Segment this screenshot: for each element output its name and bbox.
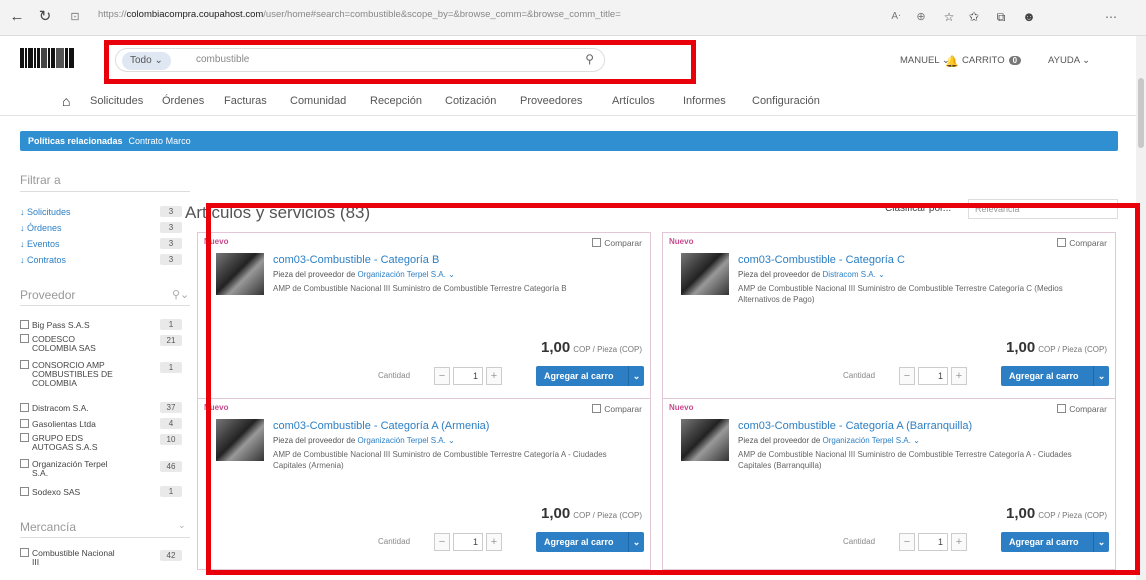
- supplier-filter-item[interactable]: Distracom S.A.: [20, 403, 155, 413]
- favorites-star-icon[interactable]: ✩: [963, 6, 985, 28]
- collections-icon[interactable]: ⧉: [990, 6, 1012, 28]
- divider: [20, 191, 190, 192]
- filter-count: 21: [160, 335, 182, 346]
- zoom-icon[interactable]: ⊕: [910, 6, 932, 28]
- nav-informes[interactable]: Informes: [683, 95, 726, 107]
- chevron-down-icon[interactable]: ⌄: [178, 520, 186, 531]
- nav-recepcion[interactable]: Recepción: [370, 95, 422, 107]
- checkbox[interactable]: [20, 487, 29, 496]
- url-path: /user/home#search=combustible&scope_by=&…: [263, 9, 621, 20]
- nav-solicitudes[interactable]: Solicitudes: [90, 95, 143, 107]
- divider: [20, 537, 190, 538]
- cart-label: CARRITO: [962, 55, 1005, 66]
- nav-ordenes[interactable]: Órdenes: [162, 95, 204, 107]
- divider: [20, 305, 190, 306]
- checkbox[interactable]: [20, 548, 29, 557]
- nav-facturas[interactable]: Facturas: [224, 95, 267, 107]
- filter-count: 4: [160, 418, 182, 429]
- nav-configuracion[interactable]: Configuración: [752, 95, 820, 107]
- notification-icon[interactable]: 🔔: [945, 55, 959, 68]
- filter-count: 3: [160, 206, 182, 217]
- nav-proveedores[interactable]: Proveedores: [520, 95, 582, 107]
- lock-icon: ⊡: [70, 11, 80, 23]
- nav-cotizacion[interactable]: Cotización: [445, 95, 496, 107]
- back-icon[interactable]: ←: [6, 6, 28, 28]
- search-highlight-box: [104, 40, 696, 84]
- filter-count: 3: [160, 238, 182, 249]
- cart-link[interactable]: CARRITO 0: [962, 55, 1025, 66]
- nav-comunidad[interactable]: Comunidad: [290, 95, 346, 107]
- supplier-title: Proveedor: [20, 288, 76, 302]
- checkbox[interactable]: [20, 334, 29, 343]
- filter-count: 1: [160, 486, 182, 497]
- main-nav: ⌂ Solicitudes Órdenes Facturas Comunidad…: [0, 88, 1146, 116]
- url-prefix: https://: [98, 9, 127, 20]
- filter-link-ordenes[interactable]: ↓ Órdenes: [20, 223, 62, 233]
- more-icon[interactable]: ⋯: [1100, 6, 1122, 28]
- refresh-icon[interactable]: ↻: [34, 6, 56, 28]
- supplier-search-icon[interactable]: ⚲⌄: [172, 288, 189, 301]
- policies-label: Políticas relacionadas: [28, 136, 123, 146]
- contract-link[interactable]: Contrato Marco: [129, 136, 191, 146]
- results-highlight-box: [206, 203, 1140, 575]
- browser-toolbar: ← ↻ ⊡ https://colombiacompra.coupahost.c…: [0, 0, 1146, 36]
- logo[interactable]: [20, 48, 90, 70]
- checkbox[interactable]: [20, 433, 29, 442]
- home-icon[interactable]: ⌂: [62, 93, 70, 109]
- filter-count: 3: [160, 222, 182, 233]
- checkbox[interactable]: [20, 419, 29, 428]
- filter-link-eventos[interactable]: ↓ Eventos: [20, 239, 60, 249]
- filter-count: 37: [160, 402, 182, 413]
- user-menu[interactable]: MANUEL ⌄: [900, 55, 950, 66]
- checkbox[interactable]: [20, 403, 29, 412]
- policies-banner: Políticas relacionadas Contrato Marco: [20, 131, 1118, 151]
- checkbox[interactable]: [20, 320, 29, 329]
- filter-count: 1: [160, 362, 182, 373]
- filter-count: 42: [160, 550, 182, 561]
- supplier-filter-item[interactable]: CODESCO COLOMBIA SAS: [20, 334, 110, 353]
- checkbox[interactable]: [20, 459, 29, 468]
- filter-count: 3: [160, 254, 182, 265]
- scrollbar-thumb[interactable]: [1138, 78, 1144, 148]
- profile-icon[interactable]: ☻: [1018, 6, 1040, 28]
- checkbox[interactable]: [20, 360, 29, 369]
- supplier-filter-item[interactable]: CONSORCIO AMP COMBUSTIBLES DE COLOMBIA: [20, 360, 120, 388]
- url-host: colombiacompra.coupahost.com: [126, 9, 264, 20]
- commodity-title: Mercancía: [20, 520, 77, 534]
- cart-count: 0: [1008, 56, 1022, 65]
- app-window: { "browser": { "url_prefix": "https://",…: [0, 0, 1146, 580]
- supplier-filter-item[interactable]: Big Pass S.A.S: [20, 320, 155, 330]
- supplier-filter-item[interactable]: Gasolientas Ltda: [20, 419, 155, 429]
- filter-link-contratos[interactable]: ↓ Contratos: [20, 255, 66, 265]
- supplier-filter-item[interactable]: Organización Terpel S.A.: [20, 459, 120, 478]
- supplier-filter-item[interactable]: Sodexo SAS: [20, 487, 155, 497]
- commodity-filter-item[interactable]: Combustible Nacional III: [20, 548, 120, 567]
- favorite-icon[interactable]: ☆: [938, 6, 960, 28]
- filter-count: 1: [160, 319, 182, 330]
- address-bar[interactable]: https://colombiacompra.coupahost.com/use…: [98, 9, 788, 27]
- help-menu[interactable]: AYUDA ⌄: [1048, 55, 1090, 66]
- filter-link-solicitudes[interactable]: ↓ Solicitudes: [20, 207, 71, 217]
- filter-title: Filtrar a: [20, 173, 61, 187]
- filter-count: 10: [160, 434, 182, 445]
- nav-articulos[interactable]: Artículos: [612, 95, 655, 107]
- supplier-filter-item[interactable]: GRUPO EDS AUTOGAS S.A.S: [20, 433, 110, 452]
- read-aloud-icon[interactable]: Aᐧ: [885, 6, 907, 28]
- filter-count: 46: [160, 461, 182, 472]
